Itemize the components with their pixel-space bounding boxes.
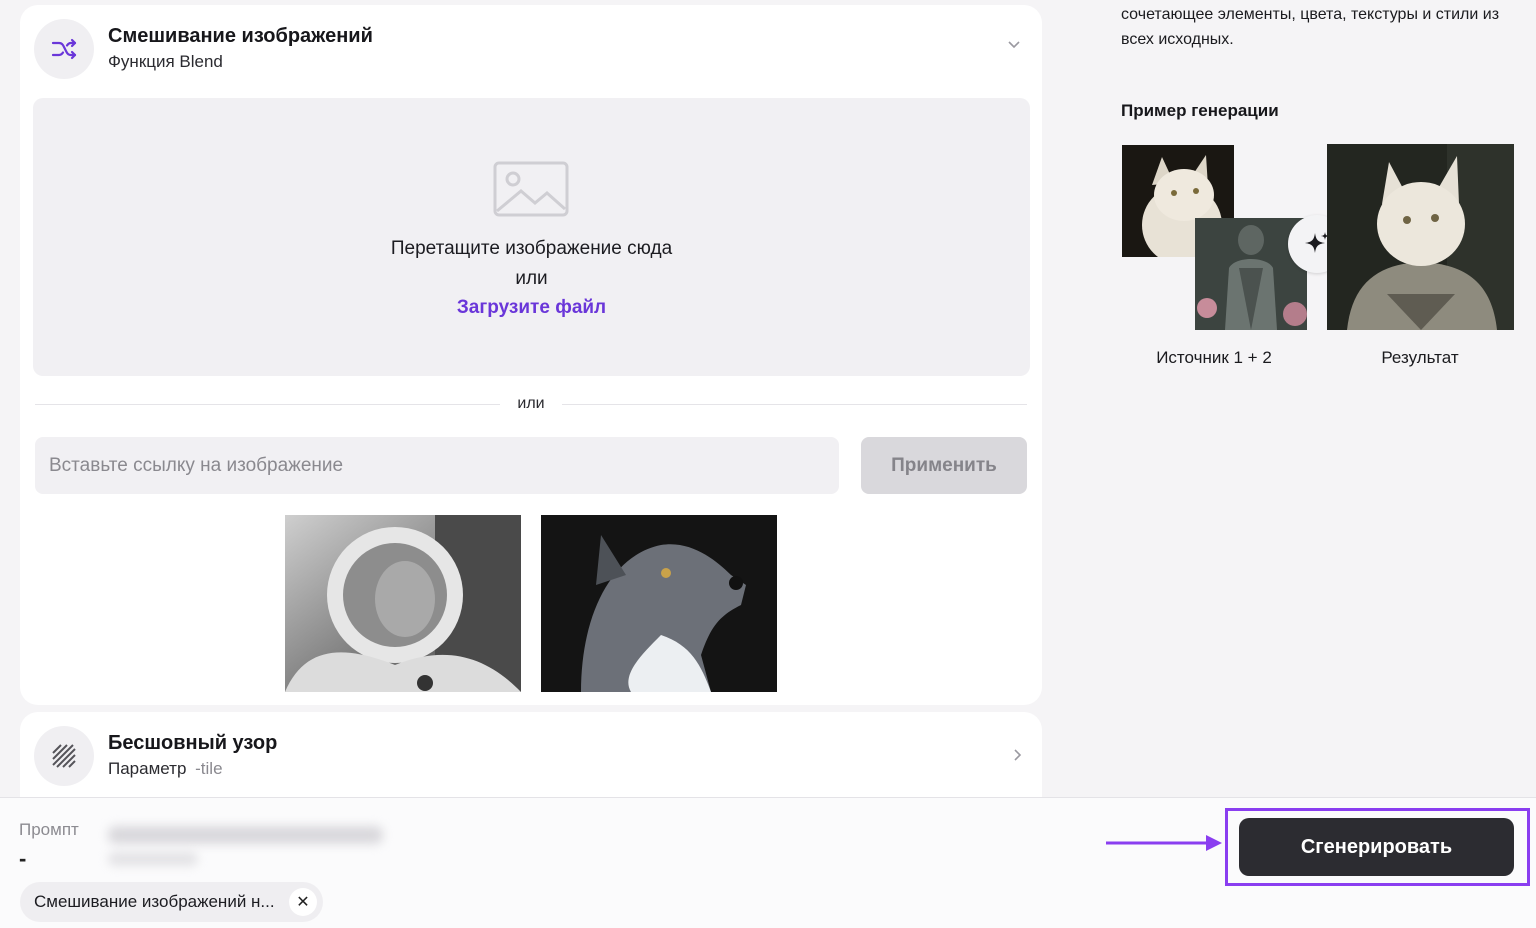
divider-or: или xyxy=(517,395,545,412)
example-source-caption: Источник 1 + 2 xyxy=(1156,348,1272,367)
generate-button[interactable]: Сгенерировать xyxy=(1239,818,1514,876)
pattern-subtitle-prefix: Параметр xyxy=(108,759,187,778)
upload-link-row: Загрузите файл xyxy=(33,297,1030,319)
pattern-subtitle: Параметр -tile xyxy=(108,759,223,779)
blend-chip[interactable]: Смешивание изображений н... ✕ xyxy=(20,882,323,922)
example-result-image xyxy=(1327,144,1514,330)
prompt-value: - xyxy=(19,846,27,871)
image-dropzone[interactable]: Перетащите изображение сюда или Загрузит… xyxy=(33,98,1030,376)
divider-left xyxy=(35,404,500,405)
seamless-pattern-card[interactable]: Бесшовный узор Параметр -tile xyxy=(20,712,1042,807)
pattern-icon-wrapper xyxy=(34,726,94,786)
arrow-right-icon xyxy=(1106,835,1222,851)
example-description: сочетающее элементы, цвета, текстуры и с… xyxy=(1121,6,1500,48)
blend-title: Смешивание изображений xyxy=(108,25,373,47)
dropzone-text: Перетащите изображение сюда xyxy=(390,238,673,259)
stripes-icon xyxy=(52,744,76,768)
pattern-param: -tile xyxy=(195,759,223,778)
upload-file-link[interactable]: Загрузите файл xyxy=(457,297,606,318)
uploaded-image-astronaut[interactable] xyxy=(285,515,521,692)
divider-right xyxy=(562,404,1027,405)
prompt-label: Промпт xyxy=(19,820,79,839)
shuffle-icon xyxy=(51,38,77,60)
close-icon[interactable]: ✕ xyxy=(289,888,317,916)
image-url-input[interactable] xyxy=(35,437,839,494)
prompt-blurred-text xyxy=(108,826,383,844)
chevron-right-icon[interactable] xyxy=(1010,748,1024,765)
blend-icon-wrapper xyxy=(34,19,94,79)
blend-chip-label: Смешивание изображений н... xyxy=(34,892,275,911)
prompt-blurred-text-2 xyxy=(108,852,198,866)
chevron-down-icon[interactable] xyxy=(1007,37,1021,54)
blend-subtitle: Функция Blend xyxy=(108,52,223,71)
image-placeholder-icon xyxy=(493,161,569,217)
dropzone-or: или xyxy=(515,268,548,289)
example-result-caption: Результат xyxy=(1381,348,1459,367)
pattern-title: Бесшовный узор xyxy=(108,732,278,754)
apply-button[interactable]: Применить xyxy=(861,437,1027,494)
uploaded-image-dog[interactable] xyxy=(541,515,777,692)
example-title: Пример генерации xyxy=(1121,101,1279,120)
